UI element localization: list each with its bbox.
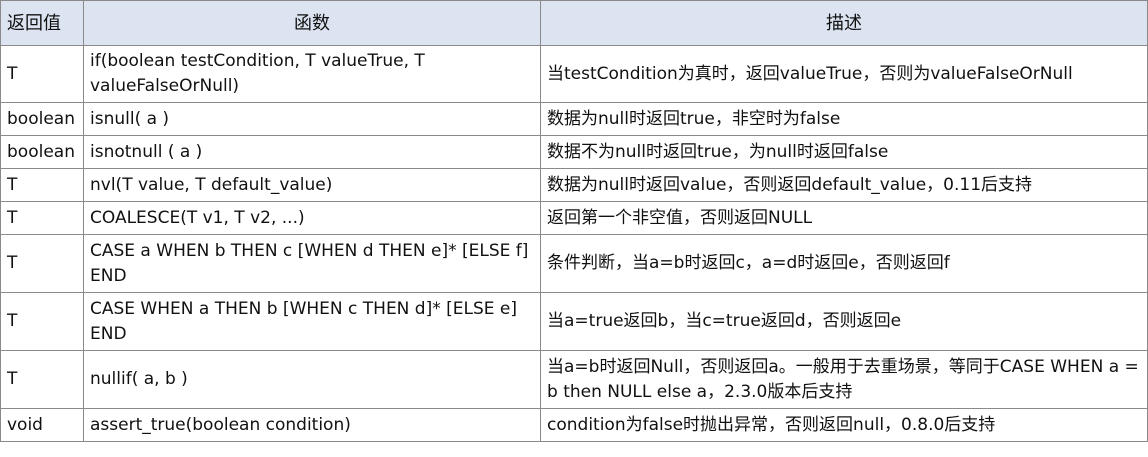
function-cell: CASE a WHEN b THEN c [WHEN d THEN e]* [E… — [83, 234, 541, 293]
header-function: 函数 — [83, 0, 541, 46]
description-cell: condition为false时抛出异常，否则返回null，0.8.0后支持 — [540, 408, 1148, 442]
return-type-cell: T — [0, 234, 84, 293]
table-row: T CASE WHEN a THEN b [WHEN c THEN d]* [E… — [0, 292, 1148, 351]
description-cell: 当testCondition为真时，返回valueTrue，否则为valueFa… — [540, 45, 1148, 103]
return-type-cell: T — [0, 45, 84, 103]
table-row: void assert_true(boolean condition) cond… — [0, 408, 1148, 442]
table-row: T if(boolean testCondition, T valueTrue,… — [0, 45, 1148, 103]
function-table: 返回值 函数 描述 T if(boolean testCondition, T … — [0, 0, 1148, 442]
description-cell: 数据为null时返回value，否则返回default_value，0.11后支… — [540, 168, 1148, 202]
table-row: boolean isnull( a ) 数据为null时返回true，非空时为f… — [0, 102, 1148, 136]
function-cell: if(boolean testCondition, T valueTrue, T… — [83, 45, 541, 103]
function-cell: isnull( a ) — [83, 102, 541, 136]
function-cell: isnotnull ( a ) — [83, 135, 541, 169]
function-cell: nullif( a, b ) — [83, 350, 541, 409]
header-return-type: 返回值 — [0, 0, 84, 46]
return-type-cell: T — [0, 350, 84, 409]
return-type-cell: T — [0, 201, 84, 235]
table-row: T COALESCE(T v1, T v2, ...) 返回第一个非空值，否则返… — [0, 201, 1148, 235]
table-row: T CASE a WHEN b THEN c [WHEN d THEN e]* … — [0, 234, 1148, 293]
table-row: T nullif( a, b ) 当a=b时返回Null，否则返回a。一般用于去… — [0, 350, 1148, 409]
return-type-cell: boolean — [0, 102, 84, 136]
return-type-cell: boolean — [0, 135, 84, 169]
function-cell: nvl(T value, T default_value) — [83, 168, 541, 202]
function-cell: CASE WHEN a THEN b [WHEN c THEN d]* [ELS… — [83, 292, 541, 351]
description-cell: 数据为null时返回true，非空时为false — [540, 102, 1148, 136]
return-type-cell: T — [0, 292, 84, 351]
description-cell: 当a=b时返回Null，否则返回a。一般用于去重场景，等同于CASE WHEN … — [540, 350, 1148, 409]
table-row: T nvl(T value, T default_value) 数据为null时… — [0, 168, 1148, 202]
table-row: boolean isnotnull ( a ) 数据不为null时返回true，… — [0, 135, 1148, 169]
function-cell: COALESCE(T v1, T v2, ...) — [83, 201, 541, 235]
return-type-cell: void — [0, 408, 84, 442]
header-description: 描述 — [540, 0, 1148, 46]
description-cell: 条件判断，当a=b时返回c，a=d时返回e，否则返回f — [540, 234, 1148, 293]
return-type-cell: T — [0, 168, 84, 202]
header-row: 返回值 函数 描述 — [0, 0, 1148, 46]
function-cell: assert_true(boolean condition) — [83, 408, 541, 442]
description-cell: 当a=true返回b，当c=true返回d，否则返回e — [540, 292, 1148, 351]
description-cell: 返回第一个非空值，否则返回NULL — [540, 201, 1148, 235]
description-cell: 数据不为null时返回true，为null时返回false — [540, 135, 1148, 169]
